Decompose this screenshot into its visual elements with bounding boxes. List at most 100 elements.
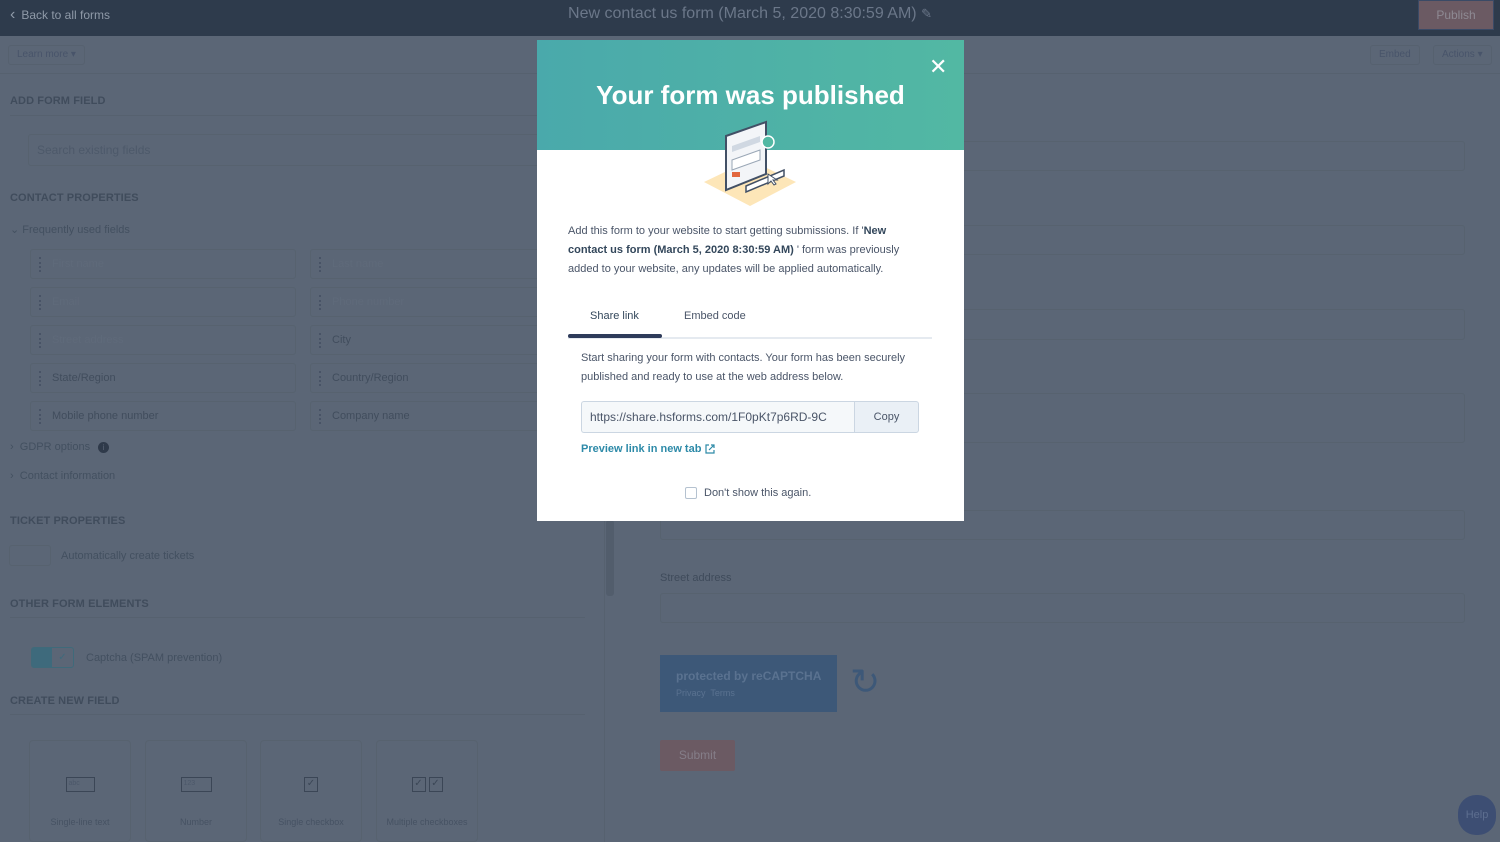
recaptcha-terms-link[interactable]: Terms <box>710 688 735 698</box>
search-fields-input[interactable]: Search existing fields <box>28 134 548 166</box>
dont-show-checkbox[interactable] <box>685 487 697 499</box>
recaptcha-title: protected by reCAPTCHA <box>676 669 822 683</box>
drag-handle-icon <box>319 257 322 272</box>
field-state-region[interactable]: State/Region <box>30 363 296 393</box>
field-type-multiple-checkboxes[interactable]: ✓ ✓ Multiple checkboxes <box>376 740 478 842</box>
gdpr-label: GDPR options <box>19 441 91 453</box>
tab-embed-code[interactable]: Embed code <box>684 310 746 322</box>
drag-handle-icon <box>319 333 322 348</box>
field-street-address[interactable]: Street address <box>30 325 296 355</box>
street-address-label: Street address <box>660 572 732 584</box>
contact-properties-heading: CONTACT PROPERTIES <box>10 192 139 204</box>
drag-handle-icon <box>319 295 322 310</box>
number-field-icon: 123 <box>180 777 212 792</box>
field-label: City <box>332 334 351 346</box>
field-label: Last name <box>332 258 384 270</box>
ticket-properties-heading: TICKET PROPERTIES <box>10 515 126 527</box>
frequently-used-label: Frequently used fields <box>22 224 130 236</box>
divider <box>10 714 585 715</box>
field-label: Company name <box>332 410 410 422</box>
form-title-text: New contact us form (March 5, 2020 8:30:… <box>568 5 917 22</box>
field-first-name[interactable]: First name <box>30 249 296 279</box>
auto-tickets-toggle[interactable] <box>9 545 51 566</box>
preview-link-text: Preview link in new tab <box>581 443 702 455</box>
close-icon[interactable]: ✕ <box>929 54 947 80</box>
dialog-intro-text: Add this form to your website to start g… <box>568 222 918 279</box>
drag-handle-icon <box>39 257 42 272</box>
actions-dropdown[interactable]: Actions ▾ <box>1433 45 1492 65</box>
field-type-label: Single checkbox <box>278 817 344 827</box>
learn-more-label: Learn more <box>17 49 69 60</box>
chevron-right-icon: › <box>10 470 14 482</box>
drag-handle-icon <box>319 409 322 424</box>
field-type-single-checkbox[interactable]: ✓ Single checkbox <box>260 740 362 842</box>
field-label: Street address <box>52 334 124 346</box>
field-label: Mobile phone number <box>52 410 159 422</box>
recaptcha-logo-icon: ↻ <box>850 661 881 702</box>
dont-show-label: Don't show this again. <box>704 487 812 499</box>
recaptcha-privacy-link[interactable]: Privacy <box>676 688 706 698</box>
share-description: Start sharing your form with contacts. Y… <box>581 352 906 383</box>
field-label: Email <box>52 296 80 308</box>
auto-tickets-label: Automatically create tickets <box>61 550 195 562</box>
field-type-label: Single-line text <box>50 817 110 827</box>
learn-more-dropdown[interactable]: Learn more ▾ <box>8 45 85 65</box>
checkbox-icon: ✓ <box>304 777 318 792</box>
publish-button[interactable]: Publish <box>1418 0 1494 30</box>
info-icon[interactable]: i <box>98 442 110 453</box>
help-button[interactable]: Help <box>1458 795 1496 835</box>
pencil-icon[interactable]: ✎ <box>921 6 932 21</box>
checkbox-icon: ✓ <box>428 777 443 792</box>
divider <box>10 617 585 618</box>
copy-button[interactable]: Copy <box>854 401 919 433</box>
field-label: Country/Region <box>332 372 409 384</box>
tab-share-link[interactable]: Share link <box>590 310 639 322</box>
scrollbar-thumb[interactable] <box>606 520 614 596</box>
field-label: First name <box>52 258 104 270</box>
intro-text: Add this form to your website to start g… <box>568 225 864 237</box>
contact-information-label: Contact information <box>19 470 116 482</box>
embed-button[interactable]: Embed <box>1370 45 1420 65</box>
drag-handle-icon <box>39 409 42 424</box>
active-tab-indicator <box>568 334 662 338</box>
field-type-label: Number <box>179 817 212 827</box>
captcha-label: Captcha (SPAM prevention) <box>86 652 223 664</box>
drag-handle-icon <box>39 295 42 310</box>
divider <box>10 115 585 116</box>
captcha-toggle[interactable]: ✓ <box>31 647 74 668</box>
chevron-down-icon: ⌄ <box>10 224 20 236</box>
contact-information-toggle[interactable]: › Contact information <box>10 470 115 482</box>
frequently-used-toggle[interactable]: ⌄ Frequently used fields <box>10 223 130 236</box>
form-title: New contact us form (March 5, 2020 8:30:… <box>0 5 1500 23</box>
add-form-field-heading: ADD FORM FIELD <box>10 95 106 107</box>
other-form-elements-heading: OTHER FORM ELEMENTS <box>10 598 149 610</box>
dialog-tabs: Share link Embed code <box>568 305 932 339</box>
checkbox-icon: ✓ <box>411 777 426 792</box>
drag-handle-icon <box>319 371 322 386</box>
text-field-icon: abc <box>65 777 95 792</box>
dont-show-again[interactable]: Don't show this again. <box>685 487 811 499</box>
field-type-single-line-text[interactable]: abc Single-line text <box>29 740 131 842</box>
recaptcha-badge: protected by reCAPTCHA Privacy Terms <box>660 655 837 712</box>
check-icon: ✓ <box>58 652 67 663</box>
field-type-number[interactable]: 123 Number <box>145 740 247 842</box>
field-type-label: Multiple checkboxes <box>386 817 468 827</box>
field-label: Phone number <box>332 296 405 308</box>
share-url-input[interactable]: https://share.hsforms.com/1F0pKt7p6RD-9C <box>581 401 854 433</box>
field-label: State/Region <box>52 372 116 384</box>
field-email[interactable]: Email <box>30 287 296 317</box>
external-link-icon <box>705 444 716 454</box>
dialog-title: Your form was published <box>596 80 905 110</box>
preview-link[interactable]: Preview link in new tab <box>581 443 716 455</box>
published-dialog: Your form was published ✕ Add this form … <box>537 40 964 521</box>
chevron-right-icon: › <box>10 441 14 453</box>
field-mobile-phone[interactable]: Mobile phone number <box>30 401 296 431</box>
drag-handle-icon <box>39 371 42 386</box>
create-new-field-heading: CREATE NEW FIELD <box>10 695 120 707</box>
street-address-input[interactable] <box>660 593 1465 623</box>
gdpr-options-toggle[interactable]: › GDPR options i <box>10 441 110 453</box>
drag-handle-icon <box>39 333 42 348</box>
actions-label: Actions <box>1442 49 1475 60</box>
published-form-illustration <box>704 120 796 206</box>
submit-button[interactable]: Submit <box>660 740 735 771</box>
